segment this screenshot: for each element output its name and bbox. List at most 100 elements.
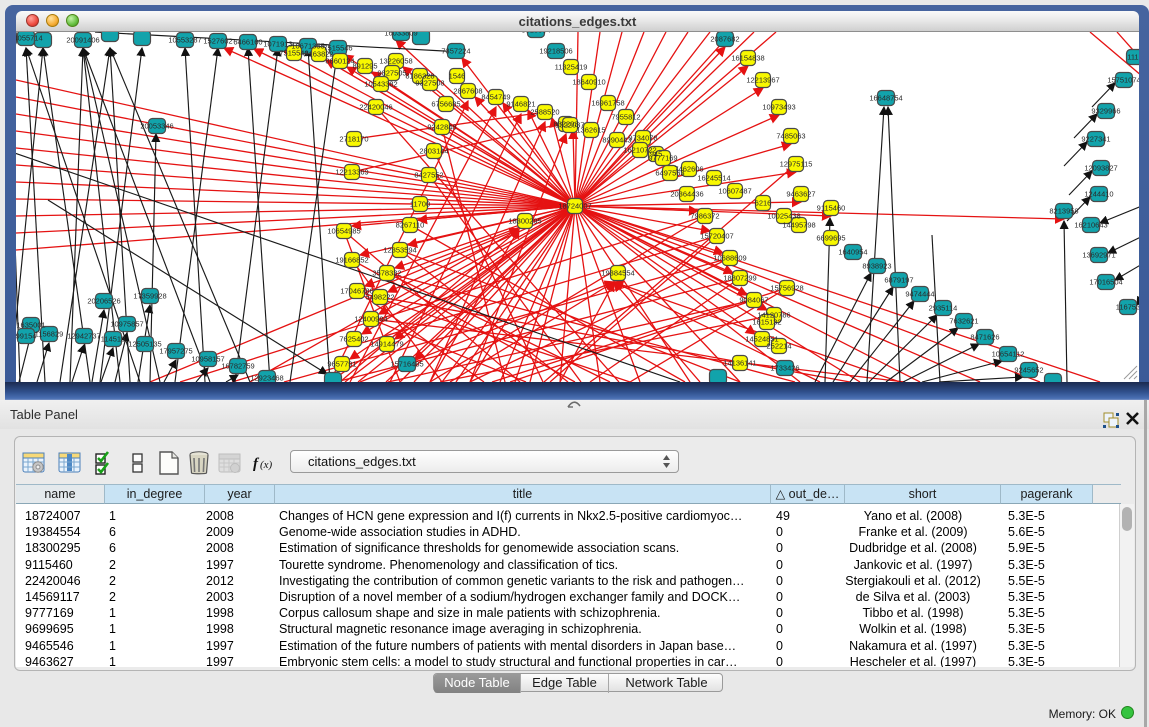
svg-text:15720407: 15720407: [700, 232, 733, 241]
svg-text:10654985: 10654985: [327, 227, 360, 236]
svg-text:16782759: 16782759: [221, 362, 254, 371]
svg-text:2718170: 2718170: [339, 135, 368, 144]
svg-text:116753: 116753: [1116, 303, 1139, 312]
svg-text:12213967: 12213967: [746, 76, 779, 85]
svg-text:17016504: 17016504: [1089, 278, 1122, 287]
svg-text:10654112: 10654112: [992, 350, 1025, 359]
svg-text:9463627: 9463627: [786, 190, 815, 199]
svg-text:f: f: [253, 456, 260, 472]
svg-text:2935114: 2935114: [929, 304, 958, 313]
svg-text:18640910: 18640910: [572, 78, 605, 87]
svg-text:99154: 99154: [16, 332, 36, 341]
svg-text:13692971: 13692971: [1082, 251, 1115, 260]
svg-text:8660124: 8660124: [325, 57, 354, 66]
svg-text:19218506: 19218506: [539, 47, 572, 56]
svg-text:11700: 11700: [410, 200, 430, 209]
svg-text:(x): (x): [260, 459, 273, 471]
svg-text:12353594: 12353594: [383, 246, 416, 255]
svg-text:5498222: 5498222: [365, 293, 394, 302]
svg-text:1244410: 1244410: [1084, 190, 1113, 199]
svg-text:12213369: 12213369: [335, 168, 368, 177]
svg-text:16961758: 16961758: [591, 99, 624, 108]
svg-text:20091406: 20091406: [66, 36, 99, 45]
svg-text:252214: 252214: [766, 342, 791, 351]
svg-text:16210643: 16210643: [1074, 221, 1107, 230]
svg-text:16154838: 16154838: [731, 54, 764, 63]
svg-text:17957275: 17957275: [159, 347, 192, 356]
svg-text:1733426: 1733426: [770, 364, 799, 373]
svg-text:9827505: 9827505: [377, 69, 406, 78]
svg-text:10543382: 10543382: [364, 80, 397, 89]
svg-text:19384554: 19384554: [601, 269, 634, 278]
svg-text:7955812: 7955812: [611, 113, 640, 122]
svg-text:14055714: 14055714: [16, 34, 43, 43]
svg-text:1615132: 1615132: [752, 318, 781, 327]
svg-text:15716485: 15716485: [390, 360, 423, 369]
svg-text:1071913: 1071913: [263, 40, 292, 49]
svg-text:9329966: 9329966: [1091, 107, 1120, 116]
svg-text:6497563: 6497563: [655, 169, 684, 178]
svg-text:1546: 1546: [449, 72, 466, 81]
svg-text:12505135: 12505135: [128, 340, 161, 349]
svg-text:1635001: 1635001: [16, 321, 45, 330]
svg-text:10973493: 10973493: [762, 103, 795, 112]
svg-text:9227341: 9227341: [1081, 135, 1110, 144]
svg-text:11325419: 11325419: [555, 63, 588, 72]
svg-text:16245514: 16245514: [697, 174, 730, 183]
svg-text:2087682: 2087682: [710, 35, 739, 44]
svg-text:7515546: 7515546: [279, 49, 308, 58]
svg-text:1112: 1112: [1127, 53, 1139, 62]
svg-text:10975857: 10975857: [110, 320, 143, 329]
svg-text:10025438: 10025438: [767, 212, 800, 221]
svg-text:20053346: 20053346: [140, 122, 173, 131]
svg-text:7357224: 7357224: [441, 47, 470, 56]
svg-text:9115460: 9115460: [817, 204, 846, 213]
svg-text:18807299: 18807299: [723, 274, 756, 283]
svg-text:9657791: 9657791: [327, 360, 356, 369]
svg-text:8813054: 8813054: [521, 32, 550, 35]
svg-text:8213958: 8213958: [1049, 207, 1078, 216]
svg-text:12093827: 12093827: [1084, 164, 1117, 173]
svg-text:6699695: 6699695: [816, 234, 845, 243]
svg-text:2588520: 2588520: [530, 108, 559, 117]
svg-text:114513: 114513: [101, 335, 125, 344]
svg-text:12975115: 12975115: [780, 160, 813, 169]
svg-text:8938923: 8938923: [862, 262, 891, 271]
svg-text:16033809: 16033809: [384, 32, 417, 38]
svg-text:17359928: 17359928: [133, 292, 166, 301]
svg-text:8471626: 8471626: [970, 333, 999, 342]
svg-text:15751074: 15751074: [1107, 76, 1139, 85]
svg-text:6756685: 6756685: [431, 100, 460, 109]
svg-text:8427552: 8427552: [414, 171, 443, 180]
svg-text:14914479: 14914479: [370, 340, 403, 349]
svg-text:9242848: 9242848: [427, 123, 456, 132]
svg-text:2867608: 2867608: [453, 87, 482, 96]
svg-text:10958157: 10958157: [191, 355, 224, 364]
svg-text:1156829: 1156829: [35, 330, 64, 339]
svg-text:10688609: 10688609: [713, 254, 746, 263]
svg-text:891295: 891295: [352, 62, 377, 71]
svg-text:20364436: 20364436: [670, 190, 703, 199]
svg-text:15756928: 15756928: [770, 284, 803, 293]
svg-text:2803144: 2803144: [419, 147, 448, 156]
svg-text:8990443: 8990443: [602, 136, 631, 145]
svg-text:10607487: 10607487: [718, 187, 751, 196]
svg-text:18724007: 18724007: [558, 202, 591, 211]
svg-text:6466160: 6466160: [233, 38, 262, 47]
svg-text:13226058: 13226058: [379, 57, 412, 66]
svg-text:7986372: 7986372: [690, 212, 719, 221]
svg-text:14136141: 14136141: [723, 359, 756, 368]
svg-text:8267110: 8267110: [396, 221, 425, 230]
svg-text:20206526: 20206526: [87, 297, 120, 306]
svg-text:1527602: 1527602: [203, 37, 232, 46]
svg-text:12923468: 12923468: [250, 374, 283, 383]
svg-text:1362615: 1362615: [576, 126, 605, 135]
svg-text:9734078: 9734078: [628, 134, 657, 143]
svg-text:9084067: 9084067: [739, 296, 768, 305]
svg-text:1640954: 1640954: [838, 248, 867, 257]
svg-text:12400994: 12400994: [354, 315, 387, 324]
svg-text:9474444: 9474444: [905, 290, 934, 299]
svg-text:7632621: 7632621: [949, 317, 978, 326]
svg-text:9245652: 9245652: [1014, 366, 1043, 375]
svg-text:16648754: 16648754: [869, 94, 902, 103]
